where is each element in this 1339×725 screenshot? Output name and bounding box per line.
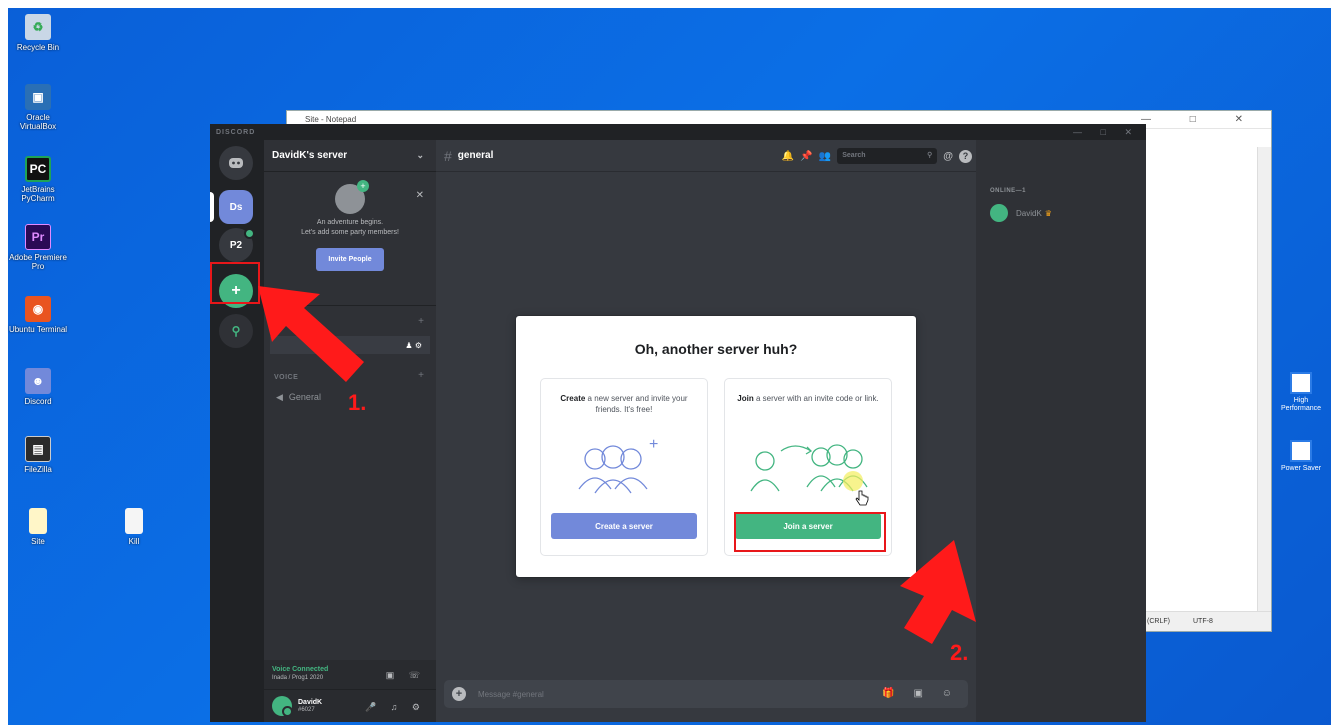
voice-connection-panel: Voice Connected Inada / Prog1 2020 ▣ ☏	[264, 660, 436, 690]
step-1-label: 1.	[348, 390, 367, 415]
desktop-icon-high-performance[interactable]: High Performance	[1276, 372, 1326, 413]
desktop-icon-power-saver[interactable]: Power Saver	[1276, 440, 1326, 473]
add-channel-icon[interactable]: +	[418, 316, 424, 327]
pycharm-icon: PC	[25, 156, 51, 182]
avatar	[990, 204, 1008, 222]
party-illustration-icon: +	[335, 180, 369, 214]
file-icon	[29, 508, 47, 534]
selected-server-pill	[210, 192, 214, 222]
crown-icon: ♛	[1044, 208, 1052, 218]
pin-icon[interactable]: 📌	[800, 151, 812, 162]
create-server-button[interactable]: Create a server	[551, 513, 697, 539]
power-plan-icon	[1290, 440, 1312, 462]
hand-cursor-icon	[855, 490, 869, 506]
desktop-icon-site[interactable]: Site	[8, 508, 68, 546]
file-icon	[125, 508, 143, 534]
desktop-icon-virtualbox[interactable]: ▣ Oracle VirtualBox	[8, 84, 68, 131]
notepad-scrollbar[interactable]	[1257, 147, 1271, 613]
channel-settings-icon[interactable]: ♟ ⚙	[405, 341, 422, 350]
search-icon: ⚲	[231, 324, 241, 338]
ubuntu-icon: ◉	[25, 296, 51, 322]
create-server-card: Create a new server and invite your frie…	[540, 378, 708, 556]
speaker-icon: ◀	[276, 391, 283, 402]
add-voice-channel-icon[interactable]: +	[418, 370, 424, 381]
discord-icon: ☻	[25, 368, 51, 394]
premiere-icon: Pr	[25, 224, 51, 250]
status-encoding: UTF-8	[1193, 618, 1213, 625]
channel-header: # general 🔔 📌 👥 Search ⚲ @ ?	[436, 140, 976, 172]
home-button[interactable]	[219, 146, 253, 180]
power-plan-icon	[1290, 372, 1312, 394]
filezilla-icon: ▤	[25, 436, 51, 462]
hashtag-icon: #	[444, 147, 452, 164]
help-icon[interactable]: ?	[959, 149, 972, 163]
message-input[interactable]: + Message #general 🎁 ▣ ☺	[444, 680, 968, 708]
member-item[interactable]: DavidK ♛	[990, 204, 1052, 222]
header-toolbar: 🔔 📌 👥 Search ⚲ @ ?	[782, 148, 972, 164]
modal-title: Oh, another server huh?	[634, 341, 798, 357]
server-ds[interactable]: Ds	[219, 190, 253, 224]
server-notification-badge	[244, 228, 255, 239]
search-input[interactable]: Search ⚲	[837, 148, 938, 164]
member-list: ONLINE—1 DavidK ♛	[976, 140, 1146, 722]
channel-sidebar: DavidK's server ⌄ ✕ + An adventure begin…	[264, 140, 436, 722]
mention-icon[interactable]: @	[943, 151, 953, 162]
gift-gif-emoji-icons[interactable]: 🎁 ▣ ☺	[882, 688, 960, 699]
recycle-bin-icon: ♻	[25, 14, 51, 40]
upload-plus-icon[interactable]: +	[452, 687, 466, 701]
desktop-icon-kill[interactable]: Kill	[104, 508, 164, 546]
step-2-label: 2.	[950, 640, 969, 665]
members-icon[interactable]: 👥	[819, 151, 831, 162]
explore-servers-button[interactable]: ⚲	[219, 314, 253, 348]
letterbox-top	[0, 0, 1339, 8]
mic-headset-settings-icons[interactable]: 🎤 ♫ ⚙	[365, 702, 426, 713]
chevron-down-icon: ⌄	[416, 150, 424, 160]
server-header[interactable]: DavidK's server ⌄	[264, 140, 436, 172]
discord-title-bar: DISCORD — □ ✕	[216, 126, 1140, 138]
server-list: Ds P2 + ⚲	[210, 140, 264, 722]
create-server-illustration-icon: +	[578, 437, 658, 494]
notepad-window-controls[interactable]: — □ ✕	[1141, 114, 1261, 125]
letterbox-left	[0, 0, 8, 725]
bell-icon[interactable]: 🔔	[782, 151, 794, 162]
search-icon: ⚲	[927, 152, 933, 159]
desktop-icon-filezilla[interactable]: ▤ FileZilla	[8, 436, 68, 474]
desktop-icon-pycharm[interactable]: PC JetBrains PyCharm	[8, 156, 68, 203]
desktop-icon-discord[interactable]: ☻ Discord	[8, 368, 68, 406]
highlight-add-server	[210, 262, 260, 304]
invite-people-button[interactable]: Invite People	[316, 248, 384, 271]
arrow-step1-icon	[258, 286, 364, 382]
discord-window-controls[interactable]: — □ ✕	[1073, 127, 1140, 138]
discord-logo-icon	[229, 158, 243, 168]
svg-text:+: +	[649, 437, 658, 453]
virtualbox-icon: ▣	[25, 84, 51, 110]
letterbox-right	[1331, 0, 1339, 725]
desktop-icon-recycle-bin[interactable]: ♻ Recycle Bin	[8, 14, 68, 52]
desktop-icon-premiere[interactable]: Pr Adobe Premiere Pro	[8, 224, 68, 271]
user-panel: DavidK #6027 🎤 ♫ ⚙	[264, 690, 436, 722]
desktop-icon-ubuntu[interactable]: ◉ Ubuntu Terminal	[8, 296, 68, 334]
avatar[interactable]	[272, 696, 293, 717]
arrow-step2-icon	[900, 540, 976, 644]
disconnect-icon[interactable]: ▣ ☏	[386, 670, 426, 681]
close-icon[interactable]: ✕	[416, 190, 424, 201]
status-eol: (CRLF)	[1147, 618, 1170, 625]
